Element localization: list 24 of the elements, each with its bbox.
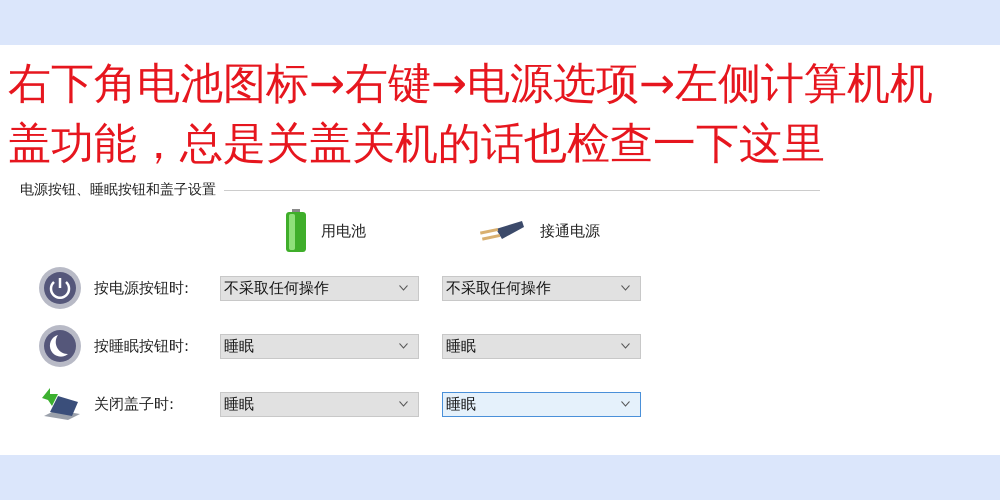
setting-label: 关闭盖子时: xyxy=(94,394,176,414)
power-icon xyxy=(38,266,82,310)
chevron-icon xyxy=(399,401,408,407)
setting-label: 按电源按钮时: xyxy=(94,278,190,298)
section-title: 电源按钮、睡眠按钮和盖子设置 xyxy=(20,181,216,199)
dropdown[interactable]: 睡眠 xyxy=(442,392,641,416)
chevron-icon xyxy=(621,285,630,291)
annotation-text: 盖功能，总是关盖关机的话也检查一下这里 xyxy=(8,118,825,171)
chevron-icon xyxy=(621,343,630,349)
chevron-icon xyxy=(399,343,408,349)
battery-icon xyxy=(285,209,307,253)
dropdown[interactable]: 睡眠 xyxy=(442,334,641,358)
column-label: 用电池 xyxy=(321,222,366,240)
column-label: 接通电源 xyxy=(540,222,600,240)
dropdown[interactable]: 睡眠 xyxy=(220,392,419,416)
setting-label: 按睡眠按钮时: xyxy=(94,336,190,356)
dropdown[interactable]: 不采取任何操作 xyxy=(442,276,641,300)
dropdown[interactable]: 不采取任何操作 xyxy=(220,276,419,300)
dropdown[interactable]: 睡眠 xyxy=(220,334,419,358)
chevron-icon xyxy=(399,285,408,291)
annotation-text: 右下角电池图标→右键→电源选项→左侧计算机机 xyxy=(8,58,934,111)
chevron-icon xyxy=(621,401,630,407)
moon-icon xyxy=(38,324,82,368)
plug-icon xyxy=(478,219,526,243)
